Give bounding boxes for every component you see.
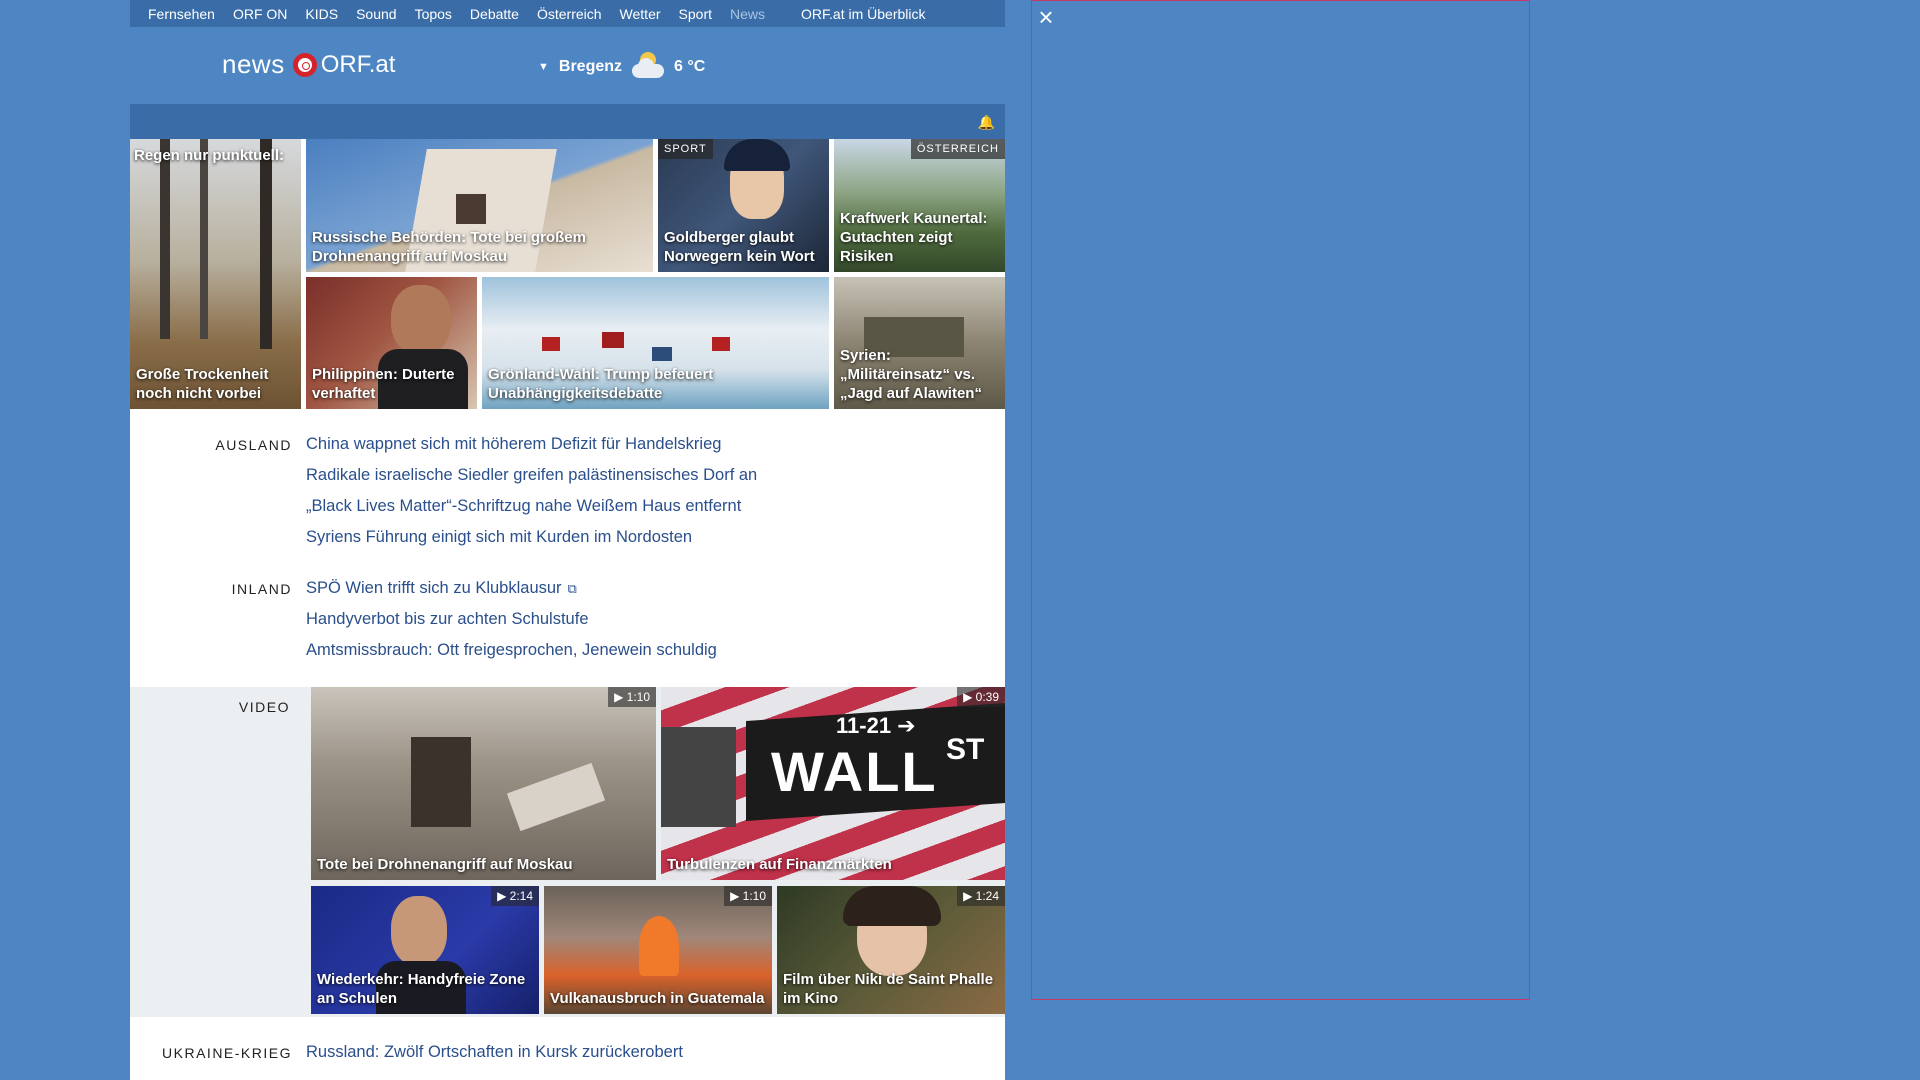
news-link[interactable]: „Black Lives Matter“-Schriftzug nahe Wei… <box>306 497 741 516</box>
section-label-ausland: AUSLAND <box>215 437 292 453</box>
logo-news-text: news <box>222 49 285 79</box>
nav-overview[interactable]: ORF.at im Überblick <box>801 6 925 22</box>
teaser-caption: Kraftwerk Kaunertal: Gutachten zeigt Ris… <box>840 210 988 265</box>
teaser-syrien[interactable]: Syrien: „Militäreinsatz“ vs. „Jagd auf A… <box>834 277 1005 409</box>
news-link[interactable]: Radikale israelische Siedler greifen pal… <box>306 466 757 485</box>
teaser-header-bar: 🔔 <box>130 104 1005 139</box>
section-label-inland: INLAND <box>231 581 292 597</box>
video-caption: Film über Niki de Saint Phalle im Kino <box>783 971 994 1007</box>
nav-wetter[interactable]: Wetter <box>620 6 661 22</box>
section-label-video: VIDEO <box>238 699 290 715</box>
news-link[interactable]: Handyverbot bis zur achten Schulstufe <box>306 610 589 629</box>
nav-debatte[interactable]: Debatte <box>470 6 519 22</box>
nav-oesterreich[interactable]: Österreich <box>537 6 602 22</box>
nav-fernsehen[interactable]: Fernsehen <box>148 6 215 22</box>
teaser-caption: Große Trockenheit noch nicht vorbei <box>136 366 269 402</box>
teaser-trockenheit[interactable]: Regen nur punktuell: Große Trockenheit n… <box>130 139 301 409</box>
teaser-caption: Syrien: „Militäreinsatz“ vs. „Jagd auf A… <box>840 347 982 402</box>
main-content: 🔔 Regen nur punktuell: Große Trockenheit… <box>130 104 1005 1080</box>
nav-news[interactable]: News <box>730 6 765 22</box>
weather-city: Bregenz <box>558 58 623 75</box>
top-navigation: Fernsehen ORF ON KIDS Sound Topos Debatt… <box>130 0 1005 27</box>
video-niki[interactable]: ▶ 1:24 Film über Niki de Saint Phalle im… <box>777 886 1005 1014</box>
dropdown-triangle-icon: ▼ <box>538 61 549 73</box>
section-label-ukraine: UKRAINE-KRIEG <box>162 1045 292 1061</box>
video-caption: Turbulenzen auf Finanzmärkten <box>667 856 892 873</box>
category-badge: ÖSTERREICH <box>910 139 1005 159</box>
nav-topos[interactable]: Topos <box>415 6 452 22</box>
news-link-external[interactable]: SPÖ Wien trifft sich zu Klubklausur ⧉ <box>306 579 577 598</box>
overlay-panel <box>1031 0 1530 1000</box>
nav-sound[interactable]: Sound <box>356 6 396 22</box>
street-sign-suffix: ST <box>946 733 985 766</box>
teaser-caption: Grönland-Wahl: Trump befeuert Unabhängig… <box>488 366 714 402</box>
close-icon[interactable]: × <box>1034 4 1058 30</box>
weather-temperature: 6 °C <box>674 58 706 75</box>
news-link[interactable]: Syriens Führung einigt sich mit Kurden i… <box>306 528 692 547</box>
video-duration: ▶ 1:10 <box>724 886 772 906</box>
video-caption: Wiederkehr: Handyfreie Zone an Schulen <box>317 971 526 1007</box>
nav-sport[interactable]: Sport <box>679 6 712 22</box>
news-orf-logo[interactable]: news ORF.at <box>222 49 395 80</box>
news-link[interactable]: Russland: Zwölf Ortschaften in Kursk zur… <box>306 1043 683 1062</box>
teaser-caption: Goldberger glaubt Norwegern kein Wort <box>664 229 815 265</box>
news-link[interactable]: China wappnet sich mit höherem Defizit f… <box>306 435 721 454</box>
teaser-goldberger[interactable]: SPORT Goldberger glaubt Norwegern kein W… <box>658 139 829 272</box>
teaser-groenland[interactable]: Grönland-Wahl: Trump befeuert Unabhängig… <box>482 277 829 409</box>
teaser-caption: Russische Behörden: Tote bei großem Droh… <box>312 229 586 265</box>
video-duration: ▶ 0:39 <box>957 687 1005 707</box>
video-duration: ▶ 2:14 <box>491 886 539 906</box>
bell-icon[interactable]: 🔔 <box>978 114 995 131</box>
partly-cloudy-icon <box>630 52 666 80</box>
nav-orf-on[interactable]: ORF ON <box>233 6 287 22</box>
news-link[interactable]: Amtsmissbrauch: Ott freigesprochen, Jene… <box>306 641 717 660</box>
teaser-drohnenangriff[interactable]: Russische Behörden: Tote bei großem Droh… <box>306 139 653 272</box>
news-link-text: SPÖ Wien trifft sich zu Klubklausur <box>306 579 562 597</box>
video-section: VIDEO ▶ 1:10 Tote bei Drohnenangriff auf… <box>130 687 1005 1017</box>
orf-ring-icon <box>292 52 317 77</box>
video-finanzmaerkte[interactable]: 11-21 ➔ WALL ST ▶ 0:39 Turbulenzen auf F… <box>661 687 1005 880</box>
video-caption: Tote bei Drohnenangriff auf Moskau <box>317 856 573 873</box>
video-caption: Vulkanausbruch in Guatemala <box>550 990 765 1007</box>
video-duration: ▶ 1:24 <box>957 886 1005 906</box>
video-wiederkehr[interactable]: ▶ 2:14 Wiederkehr: Handyfreie Zone an Sc… <box>311 886 539 1014</box>
video-drohnenangriff[interactable]: ▶ 1:10 Tote bei Drohnenangriff auf Moska… <box>311 687 656 880</box>
video-duration: ▶ 1:10 <box>608 687 656 707</box>
weather-widget[interactable]: ▼ Bregenz 6 °C <box>538 52 706 80</box>
street-sign-number: 11-21 ➔ <box>836 713 916 738</box>
teaser-duterte[interactable]: Philippinen: Duterte verhaftet <box>306 277 477 409</box>
nav-kids[interactable]: KIDS <box>305 6 338 22</box>
teaser-caption: Philippinen: Duterte verhaftet <box>312 366 455 402</box>
external-link-icon: ⧉ <box>567 581 577 596</box>
street-sign-text: WALL <box>771 740 938 803</box>
teaser-caption-top: Regen nur punktuell: <box>134 147 284 164</box>
logo-orf-text: ORF.at <box>320 50 396 78</box>
category-badge: SPORT <box>658 139 713 159</box>
teaser-kaunertal[interactable]: ÖSTERREICH Kraftwerk Kaunertal: Gutachte… <box>834 139 1005 272</box>
site-header: news ORF.at ▼ Bregenz 6 °C <box>130 27 1005 104</box>
video-vulkan[interactable]: ▶ 1:10 Vulkanausbruch in Guatemala <box>544 886 772 1014</box>
